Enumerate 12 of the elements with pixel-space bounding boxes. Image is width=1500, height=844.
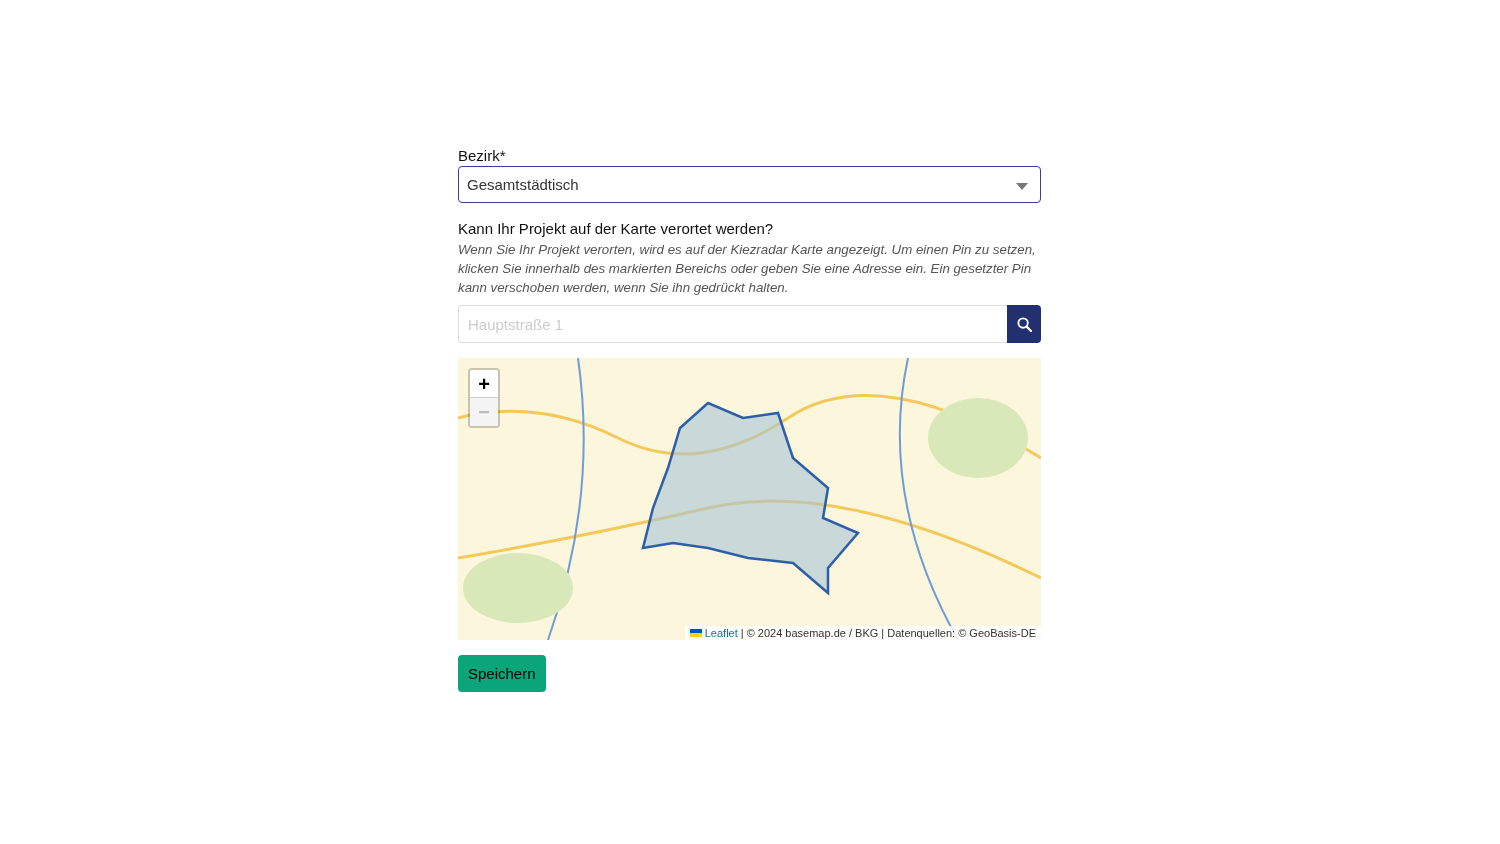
district-select[interactable]: Gesamtstädtisch (458, 166, 1041, 203)
hint-text: Wenn Sie Ihr Projekt verorten, wird es auf der Kiezradar Karte angezeigt. Um einen Pin zu setzen, klicken Sie innerhalb des markierten Bereichs oder geben Sie eine Adresse ein. Ein gesetzter Pin kann verschoben werden, wenn Sie ihn gedrückt halten. (458, 241, 1037, 297)
caret-icon (1016, 182, 1028, 190)
attribution-text: | © 2024 basemap.de / BKG | Datenquellen: © GeoBasis-DE (740, 627, 1036, 639)
zoom-in-button[interactable]: + (470, 370, 498, 398)
question-label: Kann Ihr Projekt auf der Karte verortet werden? (458, 220, 775, 237)
field-label: Bezirk* (458, 147, 507, 164)
search-icon (1016, 316, 1032, 332)
leaflet-link[interactable]: Leaflet (704, 627, 738, 639)
search-button[interactable] (1007, 305, 1041, 343)
flag-icon (689, 629, 702, 637)
save-button[interactable]: Speichern (458, 655, 546, 692)
